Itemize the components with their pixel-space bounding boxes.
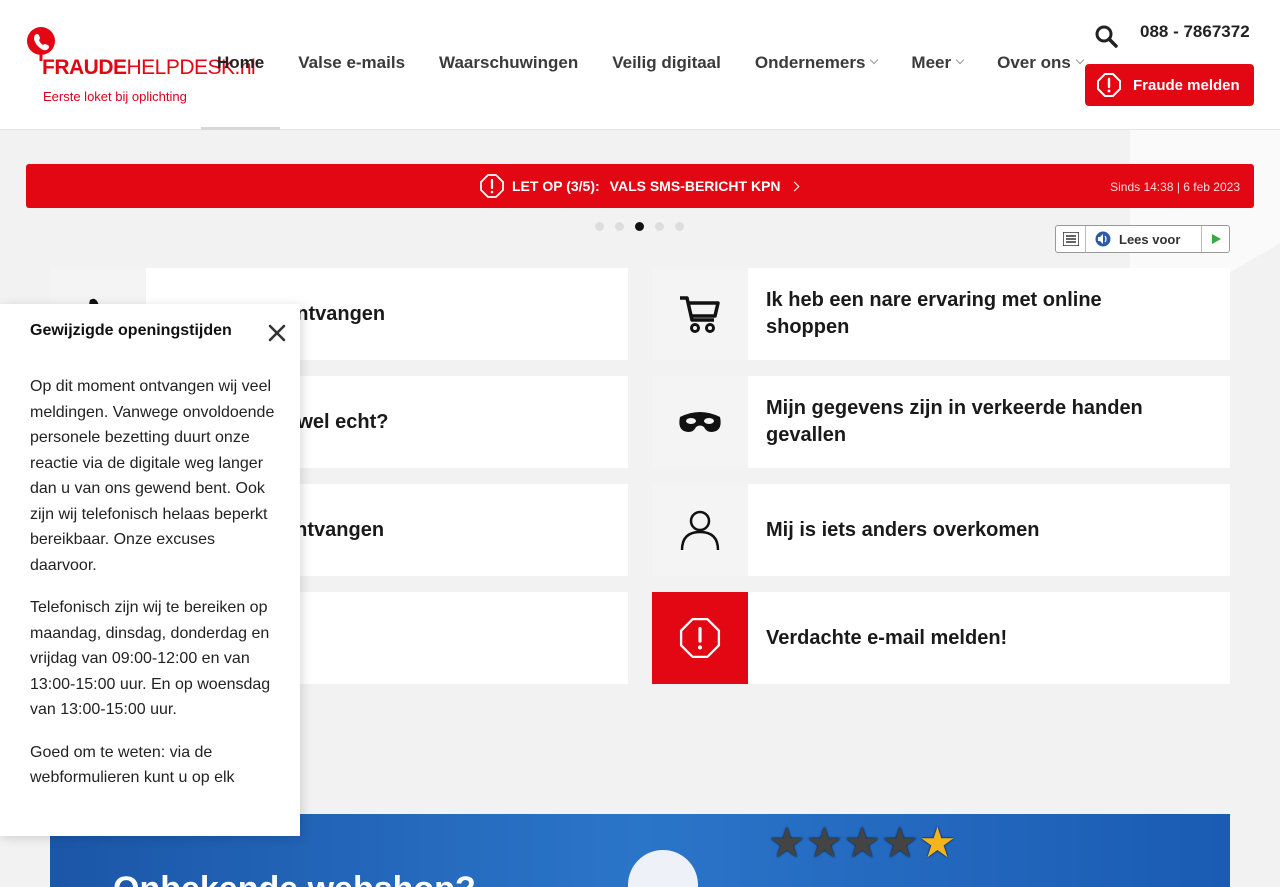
readspeaker-menu-button[interactable] [1056, 226, 1086, 252]
fraude-melden-label: Fraude melden [1133, 76, 1240, 94]
warning-message[interactable]: VALS SMS-BERICHT KPN [610, 178, 781, 194]
card-label: Verdachte e-mail melden! [766, 626, 1008, 649]
nav-item-ondernemers[interactable]: Ondernemers [738, 0, 895, 130]
panel-paragraph: Op dit moment ontvangen wij veel melding… [30, 378, 275, 574]
chevron-right-icon[interactable] [789, 181, 799, 191]
rating-stars: ★ ★ ★ ★ ★ [768, 822, 956, 864]
promo-illustration [628, 850, 698, 887]
option-card-email-melden[interactable]: Verdachte e-mail melden! [652, 592, 1230, 684]
warning-banner[interactable]: LET OP (3/5): VALS SMS-BERICHT KPN Sinds… [26, 164, 1254, 208]
search-icon[interactable] [1094, 24, 1118, 48]
star-icon: ★ [843, 819, 881, 866]
card-icon-box [652, 376, 748, 468]
option-card-online-shoppen[interactable]: Ik heb een nare ervaring met online shop… [652, 268, 1230, 360]
chevron-down-icon [870, 55, 879, 65]
carousel-dot[interactable] [675, 222, 684, 231]
shopping-cart-icon [680, 296, 720, 333]
site-header: FRAUDEHELPDESK.nl Eerste loket bij oplic… [0, 0, 1280, 130]
site-logo[interactable]: FRAUDEHELPDESK.nl Eerste loket bij oplic… [26, 26, 256, 106]
alert-icon [679, 617, 721, 659]
carousel-dot[interactable] [655, 222, 664, 231]
card-label: Mij is iets anders overkomen [766, 518, 1040, 541]
close-icon[interactable] [266, 322, 288, 344]
logo-tagline: Eerste loket bij oplichting [43, 89, 187, 104]
readspeaker-label: Lees voor [1119, 231, 1181, 247]
speaker-icon [1095, 231, 1111, 247]
warning-prefix: LET OP (3/5): [512, 178, 600, 194]
star-icon: ★ [918, 819, 957, 866]
star-icon: ★ [880, 819, 919, 866]
panel-paragraph: Telefonisch zijn wij te bereiken op maan… [30, 599, 271, 718]
nav-item-meer[interactable]: Meer [894, 0, 980, 130]
play-icon [1211, 234, 1221, 244]
card-icon-box [652, 592, 748, 684]
chevron-down-icon [1075, 55, 1085, 65]
warning-banner-content: LET OP (3/5): VALS SMS-BERICHT KPN [480, 174, 799, 198]
fraude-melden-button[interactable]: Fraude melden [1085, 64, 1254, 106]
panel-paragraph: Goed om te weten: via de webformulieren … [30, 743, 235, 787]
option-card-gegevens[interactable]: Mijn gegevens zijn in verkeerde handen g… [652, 376, 1230, 468]
card-label: Ik heb een nare ervaring met online shop… [766, 289, 1102, 338]
readspeaker-play-button[interactable] [1202, 226, 1229, 252]
carousel-dot[interactable] [615, 222, 624, 231]
promo-title: Onbekende webshop? [113, 870, 476, 887]
chevron-down-icon [955, 55, 965, 65]
warning-timestamp: Sinds 14:38 | 6 feb 2023 [1110, 180, 1240, 194]
panel-title: Gewijzigde openingstijden [30, 322, 232, 339]
nav-item-waarschuwingen[interactable]: Waarschuwingen [422, 0, 595, 130]
main-nav: Home Valse e-mails Waarschuwingen Veilig… [200, 0, 1100, 130]
panel-body: Op dit moment ontvangen wij veel melding… [30, 374, 275, 808]
star-icon: ★ [805, 819, 844, 866]
card-icon-box [652, 484, 748, 576]
alert-icon [1097, 73, 1121, 97]
nav-item-valse-e-mails[interactable]: Valse e-mails [281, 0, 422, 130]
carousel-dots [595, 222, 695, 231]
opening-hours-panel: Gewijzigde openingstijden Op dit moment … [0, 304, 300, 836]
star-icon: ★ [768, 819, 806, 866]
nav-item-home[interactable]: Home [200, 0, 281, 130]
mask-icon [679, 412, 721, 432]
nav-item-over-ons[interactable]: Over ons [980, 0, 1100, 130]
carousel-dot[interactable] [595, 222, 604, 231]
alert-icon [480, 174, 504, 198]
readspeaker-widget: Lees voor [1055, 225, 1230, 253]
phone-number[interactable]: 088 - 7867372 [1140, 22, 1250, 42]
menu-icon [1062, 232, 1079, 246]
option-card-anders[interactable]: Mij is iets anders overkomen [652, 484, 1230, 576]
carousel-dot-active[interactable] [635, 222, 644, 231]
card-label: Mijn gegevens zijn in verkeerde handen g… [766, 397, 1143, 446]
readspeaker-listen-button[interactable]: Lees voor [1086, 226, 1202, 252]
nav-item-veilig-digitaal[interactable]: Veilig digitaal [595, 0, 738, 130]
card-icon-box [652, 268, 748, 360]
person-icon [680, 510, 720, 551]
